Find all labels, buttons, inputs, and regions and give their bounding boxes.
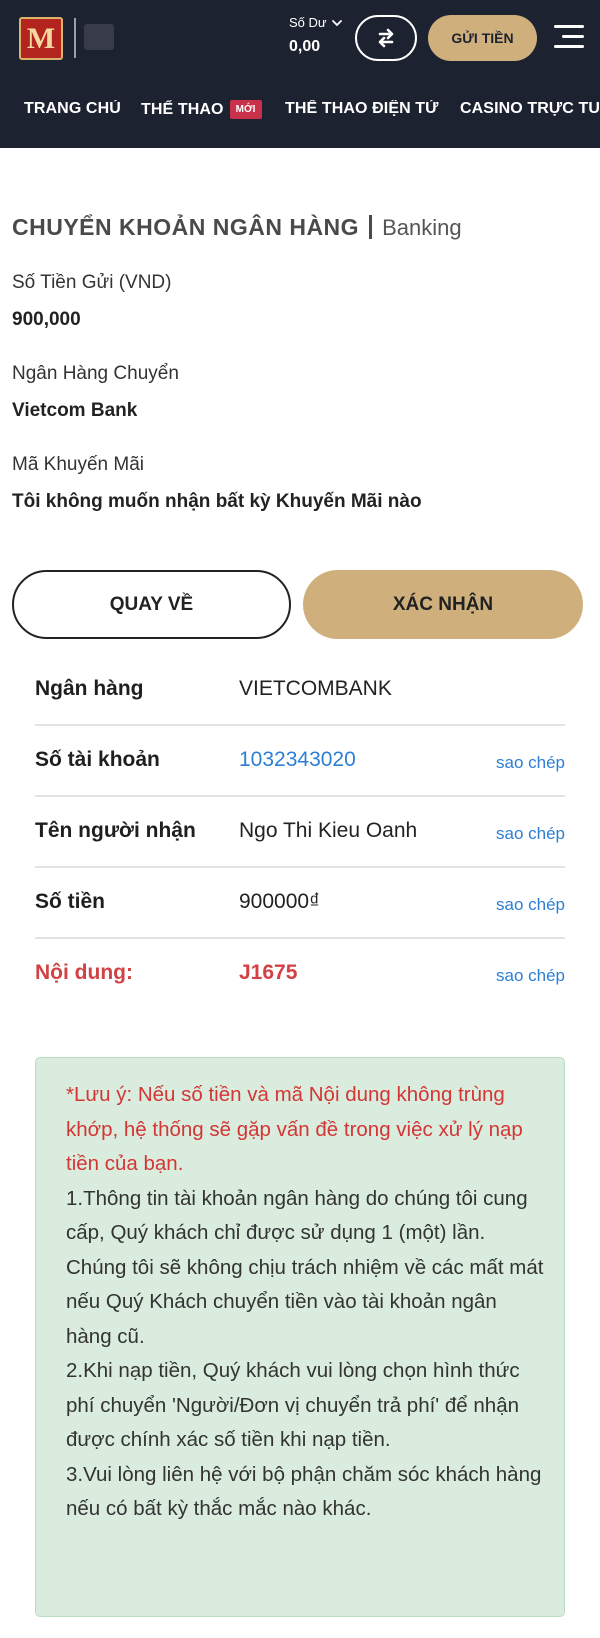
amount-label: Số Tiền Gửi (VND) (12, 272, 172, 293)
title-separator (369, 215, 373, 239)
balance-label-row[interactable]: Số Dư (289, 15, 343, 30)
promo-label: Mã Khuyến Mãi (12, 454, 145, 475)
deposit-button[interactable]: GỬI TIỀN (428, 15, 537, 61)
detail-label: Ngân hàng (35, 677, 144, 700)
notice-warning: *Lưu ý: Nếu số tiền và mã Nội dung không… (66, 1083, 523, 1175)
swap-arrows-icon (378, 28, 394, 48)
new-badge: MỚI (229, 100, 262, 119)
brand-mark-faint (84, 24, 114, 50)
detail-label: Tên người nhận (35, 819, 196, 842)
balance-display[interactable]: Số Dư 0,00 (289, 15, 343, 56)
detail-value: 900000₫ (239, 890, 320, 913)
menu-line (554, 25, 584, 28)
logo-letter: M (26, 21, 56, 55)
hamburger-menu-icon[interactable] (554, 23, 584, 51)
balance-label: Số Dư (289, 15, 327, 30)
notice-item-3: 3.Vui lòng liên hệ với bộ phận chăm sóc … (66, 1462, 542, 1521)
brand-logo[interactable]: M (19, 17, 63, 60)
balance-value: 0,00 (289, 38, 321, 55)
transfer-wallet-button[interactable] (355, 15, 417, 61)
nav-item-sports[interactable]: THỂ THAO MỚI (141, 100, 262, 119)
copy-account-number-link[interactable]: sao chép (496, 753, 565, 773)
detail-label: Số tiền (35, 890, 106, 913)
detail-value: VIETCOMBANK (239, 677, 392, 700)
copy-content-link[interactable]: sao chép (496, 966, 565, 986)
detail-row-recipient: Tên người nhận Ngo Thi Kieu Oanh sao ché… (35, 797, 565, 868)
page-subtitle: Banking (382, 215, 462, 240)
nav-item-esports[interactable]: THỂ THAO ĐIỆN TỬ (285, 100, 439, 118)
menu-line (554, 45, 584, 48)
promo-value: Tôi không muốn nhận bất kỳ Khuyến Mãi nà… (12, 491, 422, 512)
detail-row-content: Nội dung: J1675 sao chép (35, 939, 565, 1010)
bank-label: Ngân Hàng Chuyển (12, 363, 179, 384)
detail-row-account-number: Số tài khoản 1032343020 sao chép (35, 726, 565, 797)
notice-item-2: 2.Khi nạp tiền, Quý khách vui lòng chọn … (66, 1359, 520, 1451)
nav-item-live-casino[interactable]: CASINO TRỰC TUYẾN (460, 100, 600, 118)
copy-recipient-link[interactable]: sao chép (496, 824, 565, 844)
back-button[interactable]: QUAY VỀ (12, 570, 291, 639)
detail-row-bank: Ngân hàng VIETCOMBANK (35, 655, 565, 726)
detail-row-amount: Số tiền 900000₫ sao chép (35, 868, 565, 939)
page-title: CHUYỂN KHOẢN NGÂN HÀNG Banking (12, 214, 462, 241)
account-number-link[interactable]: 1032343020 (239, 748, 356, 772)
nav-item-sports-label: THỂ THAO (141, 101, 224, 118)
deposit-notice-box: *Lưu ý: Nếu số tiền và mã Nội dung không… (35, 1057, 565, 1617)
menu-line (562, 35, 584, 38)
detail-label: Số tài khoản (35, 748, 160, 771)
top-header: M Số Dư 0,00 GỬI TIỀN TRANG CHỦ THỂ THAO… (0, 0, 600, 148)
copy-amount-link[interactable]: sao chép (496, 895, 565, 915)
confirm-button[interactable]: XÁC NHẬN (303, 570, 583, 639)
main-nav: TRANG CHỦ THỂ THAO MỚI THỂ THAO ĐIỆN TỬ C… (0, 100, 600, 128)
amount-value: 900,000 (12, 309, 81, 330)
bank-details-table: Ngân hàng VIETCOMBANK Số tài khoản 10323… (35, 655, 565, 1010)
notice-item-1: 1.Thông tin tài khoản ngân hàng do chúng… (66, 1186, 544, 1348)
chevron-down-icon (331, 19, 342, 26)
nav-item-home[interactable]: TRANG CHỦ (24, 100, 121, 118)
page-title-text: CHUYỂN KHOẢN NGÂN HÀNG (12, 214, 360, 240)
detail-label: Nội dung: (35, 961, 133, 984)
detail-value: J1675 (239, 961, 298, 984)
detail-value: Ngo Thi Kieu Oanh (239, 819, 418, 842)
bank-value: Vietcom Bank (12, 400, 138, 421)
logo-divider (74, 18, 76, 58)
